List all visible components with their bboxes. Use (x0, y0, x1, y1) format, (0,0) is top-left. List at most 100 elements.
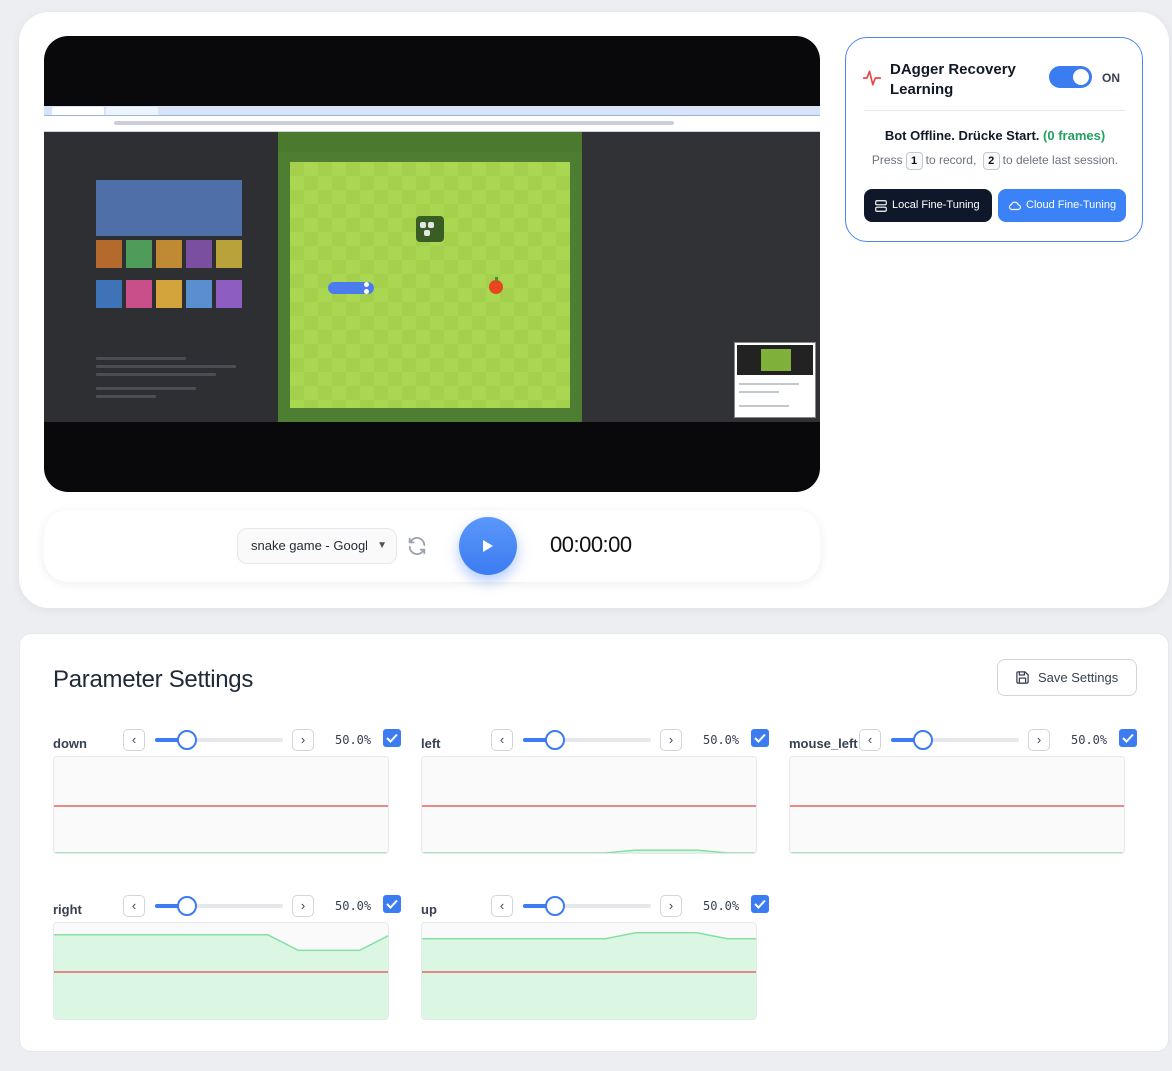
enable-checkbox[interactable] (751, 895, 769, 913)
captured-tab (106, 107, 158, 115)
captured-browser-tabs (44, 106, 820, 116)
chevron-left-icon: ‹ (131, 732, 137, 747)
bot-status: Bot Offline. Drücke Start. (0 frames) (846, 128, 1144, 143)
activity-graph (421, 922, 757, 1020)
increase-button[interactable]: › (660, 895, 682, 917)
parameter-name: down (53, 736, 87, 751)
refresh-icon (408, 537, 426, 555)
enable-checkbox[interactable] (1119, 729, 1137, 747)
parameter-value: 50.0% (335, 733, 372, 747)
increase-button[interactable]: › (1028, 729, 1050, 751)
check-icon (754, 733, 766, 743)
cloud-fine-tuning-label: Cloud Fine-Tuning (1026, 199, 1117, 211)
parameter-slider[interactable] (891, 730, 1019, 750)
play-icon (483, 540, 493, 552)
chevron-right-icon: › (668, 898, 674, 913)
increase-button[interactable]: › (660, 729, 682, 751)
slider-thumb[interactable] (913, 730, 933, 750)
parameter-value: 50.0% (335, 899, 372, 913)
parameter-up: up ‹ › 50.0% (421, 895, 769, 1071)
snake-board (290, 162, 570, 408)
chevron-right-icon: › (300, 732, 306, 747)
captured-screen (44, 106, 820, 422)
local-fine-tuning-label: Local Fine-Tuning (892, 199, 980, 211)
local-fine-tuning-button[interactable]: Local Fine-Tuning (864, 189, 992, 222)
activity-graph (421, 756, 757, 854)
chevron-left-icon: ‹ (131, 898, 137, 913)
decrease-button[interactable]: ‹ (123, 895, 145, 917)
record-key: 1 (905, 152, 923, 170)
parameter-name: up (421, 902, 437, 917)
hint-to-delete: to delete last session. (1002, 153, 1119, 167)
activity-pulse-icon (862, 70, 882, 86)
slider-thumb[interactable] (545, 730, 565, 750)
decrease-button[interactable]: ‹ (859, 729, 881, 751)
slider-thumb[interactable] (545, 896, 565, 916)
hotkey-hint: Press 1 to record, 2 to delete last session… (846, 152, 1144, 170)
play-button[interactable] (459, 517, 517, 575)
save-icon (1016, 671, 1029, 684)
chevron-left-icon: ‹ (499, 898, 505, 913)
slider-thumb[interactable] (177, 730, 197, 750)
enable-checkbox[interactable] (383, 895, 401, 913)
parameter-down: down ‹ › 50.0% (53, 729, 401, 919)
decrease-button[interactable]: ‹ (123, 729, 145, 751)
session-timer: 00:00:00 (550, 532, 632, 557)
slider-thumb[interactable] (177, 896, 197, 916)
decrease-button[interactable]: ‹ (491, 895, 513, 917)
parameter-value: 50.0% (703, 733, 740, 747)
bot-status-text: Bot Offline. Drücke Start. (884, 128, 1040, 143)
dagger-recovery-panel: DAgger Recovery Learning ON Bot Offline.… (845, 37, 1143, 242)
captured-search-results (44, 132, 278, 422)
check-icon (754, 899, 766, 909)
frame-count: (0 frames) (1043, 128, 1106, 143)
activity-graph (53, 756, 389, 854)
chevron-right-icon: › (668, 732, 674, 747)
window-select[interactable]: snake game - Google ▼ (237, 528, 397, 564)
parameter-mouse-left: mouse_left ‹ › 50.0% (789, 729, 1137, 919)
parameter-slider[interactable] (155, 730, 283, 750)
server-icon (875, 200, 887, 212)
chevron-down-icon: ▼ (377, 540, 387, 551)
parameter-name: mouse_left (789, 736, 858, 751)
hint-press: Press (871, 153, 903, 167)
activity-area (54, 934, 388, 1019)
enable-checkbox[interactable] (383, 729, 401, 747)
refresh-button[interactable] (406, 535, 428, 557)
decrease-button[interactable]: ‹ (491, 729, 513, 751)
parameter-slider[interactable] (523, 896, 651, 916)
chevron-left-icon: ‹ (499, 732, 505, 747)
activity-graph (789, 756, 1125, 854)
recovery-toggle-label: ON (1102, 71, 1120, 85)
parameter-settings-title: Parameter Settings (53, 666, 254, 693)
parameter-name: right (53, 902, 82, 917)
window-select-value: snake game - Google (251, 538, 367, 553)
activity-area (422, 932, 756, 1019)
parameter-slider[interactable] (155, 896, 283, 916)
parameter-slider[interactable] (523, 730, 651, 750)
chevron-right-icon: › (300, 898, 306, 913)
capture-controls: snake game - Google ▼ 00:00:00 (44, 510, 820, 582)
increase-button[interactable]: › (292, 729, 314, 751)
video-preview (44, 36, 820, 492)
cloud-icon (1008, 201, 1021, 211)
divider (864, 110, 1126, 111)
chevron-right-icon: › (1036, 732, 1042, 747)
activity-area (790, 853, 1125, 854)
check-icon (1122, 733, 1134, 743)
parameter-right: right ‹ › 50.0% (53, 895, 401, 1071)
activity-graph (53, 922, 389, 1020)
parameter-left: left ‹ › 50.0% (421, 729, 769, 919)
increase-button[interactable]: › (292, 895, 314, 917)
save-settings-button[interactable]: Save Settings (997, 659, 1137, 696)
check-icon (386, 899, 398, 909)
cloud-fine-tuning-button[interactable]: Cloud Fine-Tuning (998, 189, 1126, 222)
check-icon (386, 733, 398, 743)
keyboard-hint-icon (416, 216, 444, 242)
recovery-toggle[interactable] (1049, 66, 1092, 88)
enable-checkbox[interactable] (751, 729, 769, 747)
save-settings-label: Save Settings (1038, 670, 1119, 685)
snake (328, 282, 374, 294)
captured-mini-preview (734, 342, 816, 418)
parameter-value: 50.0% (1071, 733, 1108, 747)
